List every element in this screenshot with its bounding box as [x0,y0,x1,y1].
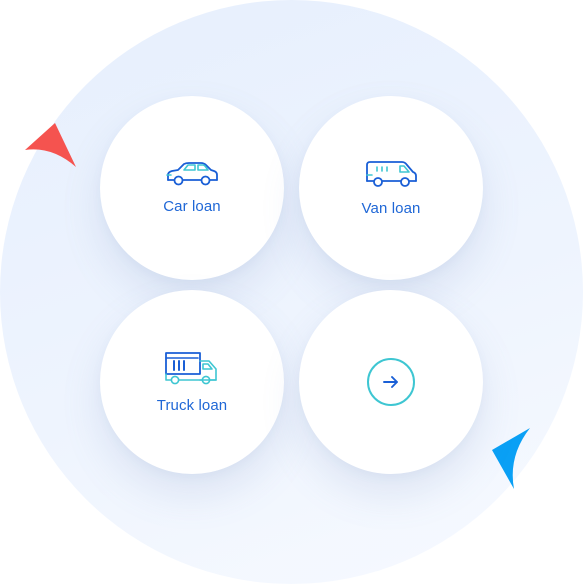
car-loan-label: Car loan [163,197,221,215]
red-arrowhead-decoration [25,123,76,167]
blue-arrowhead-decoration [492,428,530,489]
car-loan-card[interactable]: Car loan [100,96,284,280]
truck-icon [165,351,217,384]
next-button[interactable] [367,358,415,406]
van-icon [366,160,417,187]
car-icon [166,161,218,185]
more-options-card[interactable] [299,290,483,474]
truck-loan-label: Truck loan [156,396,228,414]
van-loan-label: Van loan [361,199,421,217]
truck-loan-card[interactable]: Truck loan [100,290,284,474]
arrow-right-icon [383,376,398,388]
background-circle [0,0,583,584]
van-loan-card[interactable]: Van loan [299,96,483,280]
